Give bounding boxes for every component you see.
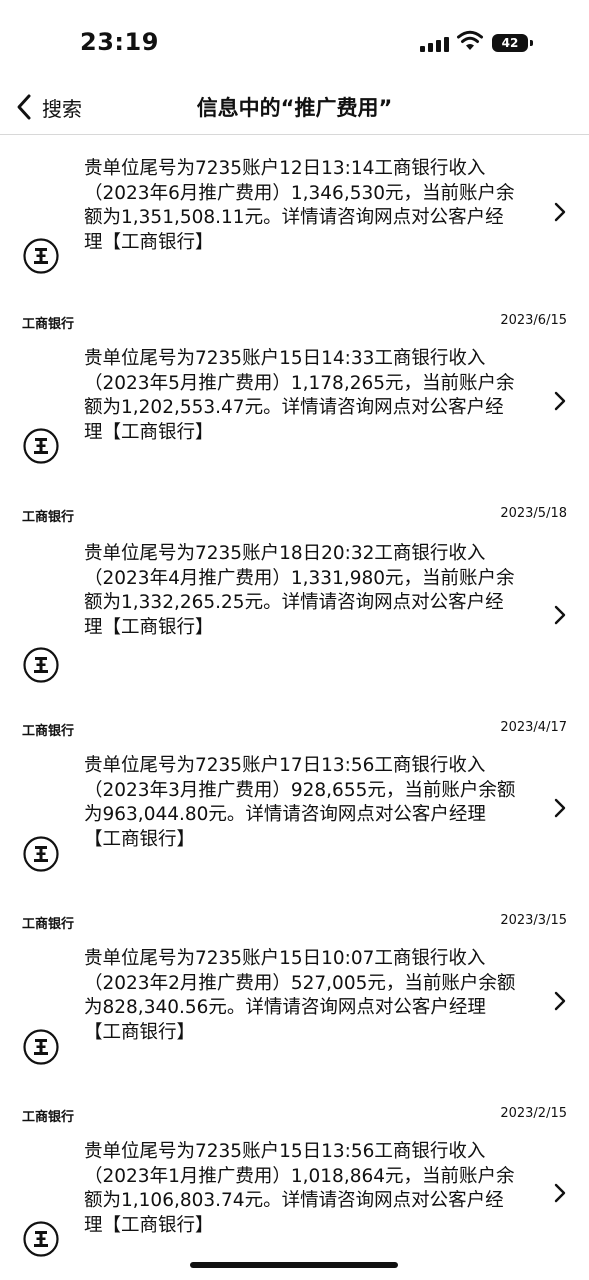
- home-indicator[interactable]: [190, 1262, 398, 1268]
- bank-logo-icon: [23, 1221, 59, 1257]
- message-card[interactable]: 贵单位尾号为7235账户12日13:14工商银行收入（2023年6月推广费用）1…: [0, 135, 589, 313]
- message-date: 2023/5/18: [500, 506, 567, 521]
- chevron-right-icon[interactable]: [552, 604, 568, 626]
- wifi-icon: [457, 30, 483, 50]
- sender-label: 工商银行: [22, 724, 75, 739]
- message-text: 贵单位尾号为7235账户15日13:56工商银行收入（2023年1月推广费用）1…: [84, 1141, 515, 1236]
- sender-label: 工商银行: [22, 1110, 75, 1125]
- message-card[interactable]: 贵单位尾号为7235账户17日13:56工商银行收入（2023年3月推广费用）9…: [0, 738, 589, 913]
- bank-logo-icon: [23, 238, 59, 274]
- sender-label: 工商银行: [22, 317, 75, 332]
- message-list: 贵单位尾号为7235账户12日13:14工商银行收入（2023年6月推广费用）1…: [0, 135, 589, 1264]
- message-card[interactable]: 贵单位尾号为7235账户15日14:33工商银行收入（2023年5月推广费用）1…: [0, 331, 589, 506]
- message-date: 2023/2/15: [500, 1106, 567, 1121]
- message-date: 2023/6/15: [500, 313, 567, 328]
- message-meta: 工商银行 2023/2/15: [0, 1106, 589, 1125]
- message-card[interactable]: 贵单位尾号为7235账户15日10:07工商银行收入（2023年2月推广费用）5…: [0, 931, 589, 1106]
- chevron-right-icon[interactable]: [552, 201, 568, 223]
- message-text: 贵单位尾号为7235账户18日20:32工商银行收入（2023年4月推广费用）1…: [84, 543, 515, 638]
- message-date: 2023/3/15: [500, 913, 567, 928]
- cellular-signal-icon: [420, 36, 450, 52]
- bank-logo-icon: [23, 647, 59, 683]
- sender-label: 工商银行: [22, 510, 75, 525]
- message-meta: 工商银行 2023/3/15: [0, 913, 589, 932]
- sender-label: 工商银行: [22, 917, 75, 932]
- message-meta: 工商银行 2023/5/18: [0, 506, 589, 525]
- page-title: 信息中的“推广费用”: [196, 96, 393, 120]
- message-text: 贵单位尾号为7235账户17日13:56工商银行收入（2023年3月推广费用）9…: [84, 755, 516, 850]
- nav-bar: 搜索 信息中的“推广费用”: [0, 80, 589, 135]
- chevron-right-icon[interactable]: [552, 1182, 568, 1204]
- message-date: 2023/4/17: [500, 720, 567, 735]
- chevron-right-icon[interactable]: [552, 797, 568, 819]
- message-card[interactable]: 贵单位尾号为7235账户18日20:32工商银行收入（2023年4月推广费用）1…: [0, 524, 589, 720]
- message-card[interactable]: 贵单位尾号为7235账户15日13:56工商银行收入（2023年1月推广费用）1…: [0, 1124, 589, 1264]
- message-text: 贵单位尾号为7235账户15日14:33工商银行收入（2023年5月推广费用）1…: [84, 348, 515, 443]
- message-meta: 工商银行 2023/4/17: [0, 720, 589, 739]
- chevron-right-icon[interactable]: [552, 990, 568, 1012]
- chevron-right-icon[interactable]: [552, 390, 568, 412]
- status-bar: 23:19 42: [0, 0, 589, 80]
- message-text: 贵单位尾号为7235账户15日10:07工商银行收入（2023年2月推广费用）5…: [84, 948, 516, 1043]
- message-meta: 工商银行 2023/6/15: [0, 313, 589, 332]
- message-text: 贵单位尾号为7235账户12日13:14工商银行收入（2023年6月推广费用）1…: [84, 158, 515, 253]
- bank-logo-icon: [23, 428, 59, 464]
- battery-icon: 42: [492, 34, 533, 52]
- status-time: 23:19: [80, 28, 159, 56]
- bank-logo-icon: [23, 836, 59, 872]
- bank-logo-icon: [23, 1029, 59, 1065]
